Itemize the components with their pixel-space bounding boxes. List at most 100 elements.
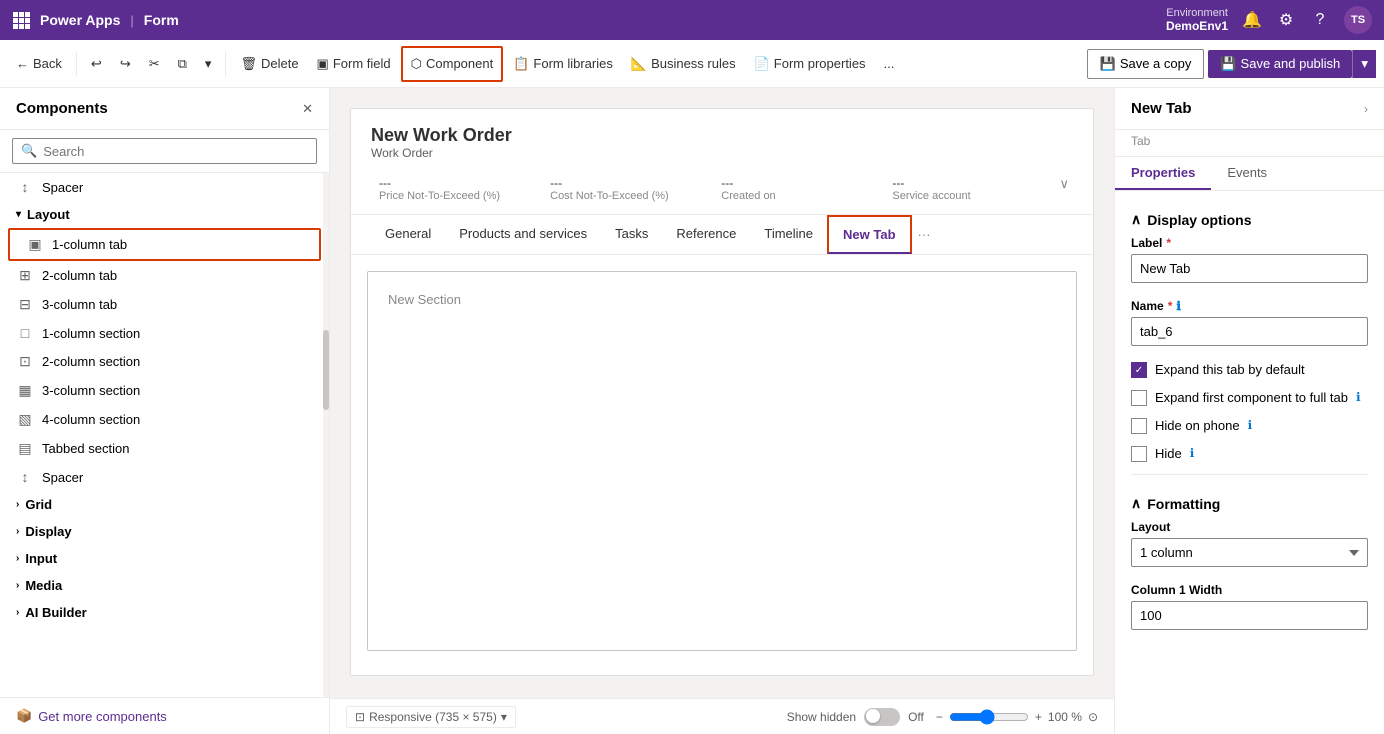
get-more-icon: 📦 bbox=[16, 708, 32, 724]
toggle-thumb bbox=[866, 709, 880, 723]
paste-dropdown-button[interactable]: ▾ bbox=[197, 46, 220, 82]
cut-button[interactable]: ✂ bbox=[141, 46, 168, 82]
layout-field-group: Layout 1 column2 columns3 columns bbox=[1131, 520, 1368, 567]
sidebar-item-tabbed-section[interactable]: ▤ Tabbed section bbox=[0, 434, 329, 463]
zoom-controls: − + 100 % ⊙ bbox=[936, 709, 1098, 725]
sidebar-item-3col-tab[interactable]: ⊟ 3-column tab bbox=[0, 290, 329, 319]
save-publish-dropdown[interactable]: ▾ bbox=[1352, 50, 1376, 78]
sidebar-item-1col-tab[interactable]: ▣ 1-column tab bbox=[8, 228, 321, 261]
sidebar-item-3col-section[interactable]: ▦ 3-column section bbox=[0, 376, 329, 405]
tab-products-services[interactable]: Products and services bbox=[445, 216, 601, 253]
form-container: New Work Order Work Order --- Price Not-… bbox=[350, 108, 1094, 676]
sidebar-section-layout[interactable]: ▾ Layout bbox=[0, 201, 329, 228]
sidebar-item-spacer-top[interactable]: ↕ Spacer bbox=[0, 173, 329, 201]
panel-tab-properties[interactable]: Properties bbox=[1115, 157, 1211, 190]
back-button[interactable]: ← Back bbox=[8, 46, 70, 82]
expand-full-label[interactable]: Expand first component to full tab bbox=[1155, 390, 1348, 405]
layout-select[interactable]: 1 column2 columns3 columns bbox=[1131, 538, 1368, 567]
fields-expand-icon[interactable]: ∨ bbox=[1056, 172, 1074, 206]
title-separator: | bbox=[130, 13, 133, 28]
tab-general[interactable]: General bbox=[371, 216, 445, 253]
zoom-out-icon[interactable]: − bbox=[936, 710, 943, 724]
redo-button[interactable]: ↪ bbox=[112, 46, 139, 82]
sidebar-section-input[interactable]: › Input bbox=[0, 545, 329, 572]
back-icon: ← bbox=[16, 56, 29, 71]
sidebar-section-display[interactable]: › Display bbox=[0, 518, 329, 545]
sidebar-header: Components ✕ bbox=[0, 88, 329, 130]
apps-grid-button[interactable] bbox=[12, 11, 30, 29]
sidebar-scroll: ↕ Spacer ▾ Layout ▣ 1-column tab ⊞ 2-col… bbox=[0, 173, 329, 697]
tab-tasks[interactable]: Tasks bbox=[601, 216, 662, 253]
name-field-input[interactable] bbox=[1131, 317, 1368, 346]
undo-button[interactable]: ↩ bbox=[83, 46, 110, 82]
form-field-button[interactable]: ▣ Form field bbox=[309, 46, 399, 82]
sidebar-footer: 📦 Get more components bbox=[0, 697, 329, 734]
show-hidden-toggle[interactable] bbox=[864, 708, 900, 726]
tab-new-tab[interactable]: New Tab bbox=[827, 215, 912, 254]
expand-default-checkbox[interactable]: ✓ bbox=[1131, 362, 1147, 378]
name-info-icon[interactable]: ℹ bbox=[1176, 299, 1181, 313]
tabs-more-button[interactable]: ··· bbox=[912, 217, 937, 252]
more-menu-button[interactable]: ... bbox=[876, 46, 903, 82]
sidebar-item-4col-section[interactable]: ▧ 4-column section bbox=[0, 405, 329, 434]
sidebar-close-icon[interactable]: ✕ bbox=[302, 101, 313, 117]
formatting-section-header[interactable]: ∧ Formatting bbox=[1131, 487, 1368, 520]
tab-reference[interactable]: Reference bbox=[662, 216, 750, 253]
formatting-chevron: ∧ bbox=[1131, 495, 1141, 512]
expand-full-checkbox[interactable] bbox=[1131, 390, 1147, 406]
hide-label[interactable]: Hide bbox=[1155, 446, 1182, 461]
get-more-components-button[interactable]: 📦 Get more components bbox=[16, 708, 313, 724]
zoom-fit-icon[interactable]: ⊙ bbox=[1088, 710, 1098, 724]
form-properties-button[interactable]: 📄 Form properties bbox=[746, 46, 874, 82]
settings-icon[interactable]: ⚙ bbox=[1276, 10, 1296, 30]
responsive-icon: ⊡ bbox=[355, 710, 365, 724]
hide-phone-row: Hide on phone ℹ bbox=[1131, 418, 1368, 434]
spacer-bottom-icon: ↕ bbox=[16, 469, 34, 485]
sidebar-section-media[interactable]: › Media bbox=[0, 572, 329, 599]
sidebar-item-1col-section[interactable]: □ 1-column section bbox=[0, 319, 329, 347]
component-button[interactable]: ⬡ Component bbox=[401, 46, 504, 82]
business-rules-button[interactable]: 📐 Business rules bbox=[623, 46, 744, 82]
hide-phone-info-icon[interactable]: ℹ bbox=[1248, 418, 1253, 432]
tab-timeline[interactable]: Timeline bbox=[750, 216, 827, 253]
right-panel: New Tab › Tab Properties Events ∧ Displa… bbox=[1114, 88, 1384, 734]
panel-nav-icon[interactable]: › bbox=[1364, 102, 1368, 116]
search-input[interactable] bbox=[43, 144, 308, 159]
copy-button[interactable]: ⧉ bbox=[170, 46, 195, 82]
form-fields-row: --- Price Not-To-Exceed (%) --- Cost Not… bbox=[351, 168, 1093, 215]
help-icon[interactable]: ? bbox=[1310, 10, 1330, 30]
notification-icon[interactable]: 🔔 bbox=[1242, 10, 1262, 30]
expand-full-info-icon[interactable]: ℹ bbox=[1356, 390, 1361, 404]
delete-button[interactable]: 🗑 Delete bbox=[232, 46, 306, 82]
input-chevron: › bbox=[16, 553, 19, 564]
page-name: Form bbox=[144, 12, 179, 28]
properties-icon: 📄 bbox=[754, 56, 770, 72]
save-publish-icon: 💾 bbox=[1220, 56, 1236, 72]
expand-default-row: ✓ Expand this tab by default bbox=[1131, 362, 1368, 378]
hide-checkbox[interactable] bbox=[1131, 446, 1147, 462]
responsive-button[interactable]: ⊡ Responsive (735 × 575) ▾ bbox=[346, 706, 516, 728]
hide-phone-checkbox[interactable] bbox=[1131, 418, 1147, 434]
save-copy-button[interactable]: 💾 Save a copy bbox=[1087, 49, 1205, 79]
panel-subtitle: Tab bbox=[1115, 130, 1384, 157]
save-publish-button[interactable]: 💾 Save and publish bbox=[1208, 50, 1352, 78]
panel-tab-events[interactable]: Events bbox=[1211, 157, 1283, 190]
expand-default-label[interactable]: Expand this tab by default bbox=[1155, 362, 1305, 377]
label-field-input[interactable] bbox=[1131, 254, 1368, 283]
sidebar-section-ai[interactable]: › AI Builder bbox=[0, 599, 329, 626]
form-libraries-button[interactable]: 📋 Form libraries bbox=[505, 46, 621, 82]
sidebar-section-grid[interactable]: › Grid bbox=[0, 491, 329, 518]
display-options-section-header[interactable]: ∧ Display options bbox=[1131, 203, 1368, 236]
zoom-slider[interactable] bbox=[949, 709, 1029, 725]
sidebar-item-2col-section[interactable]: ⊡ 2-column section bbox=[0, 347, 329, 376]
scrollbar-thumb[interactable] bbox=[323, 330, 329, 410]
sidebar-item-spacer-bottom[interactable]: ↕ Spacer bbox=[0, 463, 329, 491]
hide-phone-label[interactable]: Hide on phone bbox=[1155, 418, 1240, 433]
zoom-in-icon[interactable]: + bbox=[1035, 710, 1042, 724]
sidebar-item-2col-tab[interactable]: ⊞ 2-column tab bbox=[0, 261, 329, 290]
user-avatar[interactable]: TS bbox=[1344, 6, 1372, 34]
rules-icon: 📐 bbox=[631, 56, 647, 72]
col1-width-input[interactable] bbox=[1131, 601, 1368, 630]
3col-section-icon: ▦ bbox=[16, 382, 34, 399]
hide-info-icon[interactable]: ℹ bbox=[1190, 446, 1195, 460]
